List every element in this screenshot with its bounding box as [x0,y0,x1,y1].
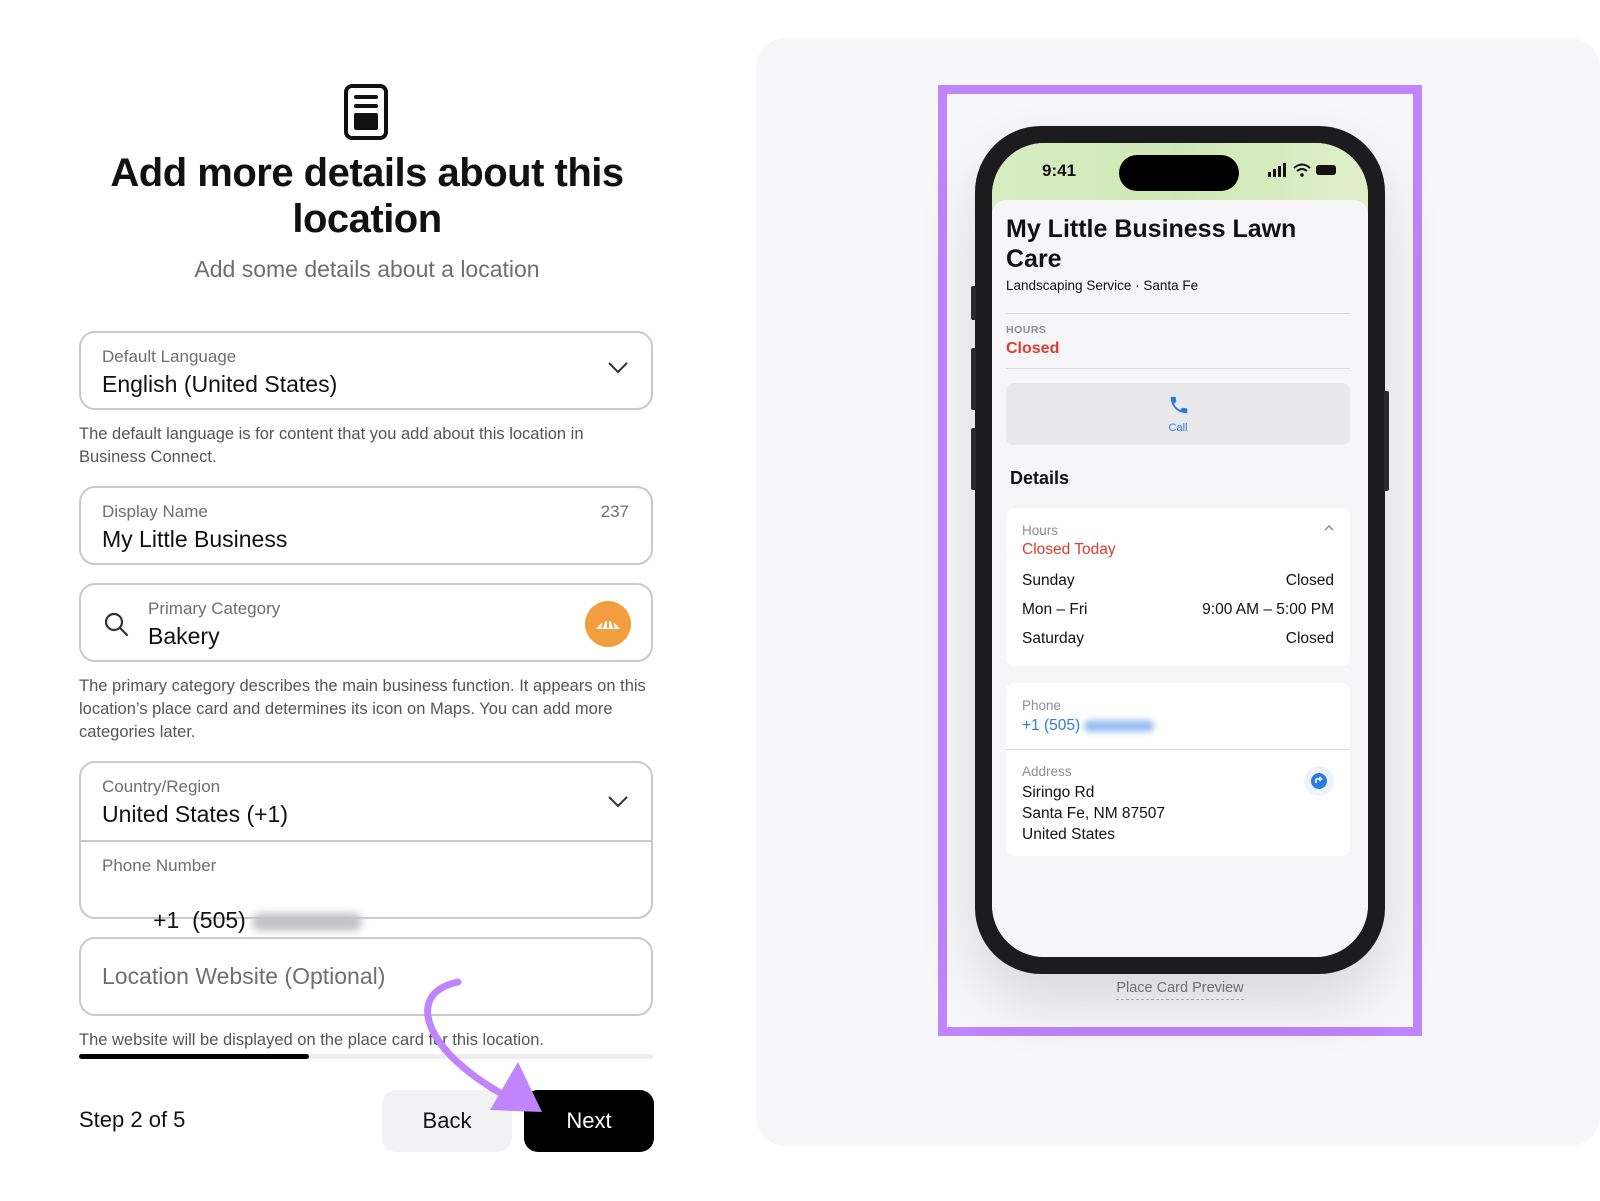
hours-card-status: Closed Today [1022,541,1116,558]
phone-number-label: Phone Number [102,856,217,875]
chevron-down-icon [608,796,628,808]
chevron-up-icon [1324,524,1334,531]
place-card: My Little Business Lawn Care Landscaping… [992,200,1368,957]
phone-label: Phone [1022,698,1062,713]
phone-number-value: +1 (505) [153,907,246,933]
display-name-field[interactable]: Display Name 237 My Little Business [79,486,653,565]
hours-card-label: Hours [1022,523,1059,538]
call-button[interactable]: Call [1006,383,1350,445]
call-label: Call [1168,422,1188,434]
character-counter: 237 [600,502,629,521]
page-subtitle: Add some details about a location [194,256,540,282]
primary-category-value: Bakery [148,623,220,649]
search-icon [104,612,129,637]
details-heading: Details [1010,468,1070,488]
hours-card[interactable]: Hours Closed Today Sunday Closed Mon – Fr… [1006,508,1350,666]
address-line: United States [1022,826,1116,843]
phone-icon [1170,396,1188,414]
bakery-category-icon [585,601,631,647]
default-language-value: English (United States) [102,371,338,397]
progress-bar [79,1054,653,1059]
redacted-phone-digits [251,912,362,931]
primary-category-label: Primary Category [148,599,281,618]
display-name-value: My Little Business [102,526,288,552]
address-line: Santa Fe, NM 87507 [1022,805,1166,822]
phone-mockup: 9:41 My Little Business Lawn Care Landsc… [971,126,1389,974]
directions-button[interactable] [1304,766,1334,796]
status-icons [1268,163,1336,177]
address-label: Address [1022,764,1072,779]
step-indicator: Step 2 of 5 [79,1107,186,1132]
dynamic-island [1119,155,1239,191]
phone-number-field[interactable]: Phone Number +1 (505) [81,842,651,933]
business-subtitle: Landscaping Service · Santa Fe [1006,278,1199,293]
status-time: 9:41 [1042,161,1077,180]
document-icon [344,84,388,140]
chevron-down-icon [608,362,628,374]
contact-card: Phone +1 (505) Address Siringo Rd Santa … [1006,683,1350,856]
business-name: My Little Business Lawn Care [1006,215,1297,273]
setup-form-panel: Add more details about this location Add… [0,0,740,1201]
primary-category-field[interactable]: Primary Category Bakery [79,583,653,662]
default-language-label: Default Language [102,347,237,366]
country-region-value: United States (+1) [102,801,289,827]
directions-icon [1311,773,1327,789]
progress-bar-fill [79,1054,309,1059]
back-button[interactable]: Back [382,1090,512,1152]
country-region-label: Country/Region [102,777,221,796]
language-help-text: The default language is for content that… [79,425,584,466]
phone-link[interactable]: +1 (505) [1022,717,1155,735]
default-language-select[interactable]: Default Language English (United States) [79,331,653,410]
hours-status: Closed [1006,340,1060,357]
place-card-preview-caption: Place Card Preview [938,980,1422,1000]
country-region-select[interactable]: Country/Region United States (+1) [81,763,651,841]
location-website-placeholder: Location Website (Optional) [102,963,386,989]
location-website-field[interactable]: Location Website (Optional) [79,937,653,1016]
phone-group: Country/Region United States (+1) Phone … [79,761,653,933]
website-help-text: The website will be displayed on the pla… [79,1031,545,1049]
next-button[interactable]: Next [524,1090,654,1152]
category-help-text: The primary category describes the main … [79,677,646,741]
hours-label: HOURS [1006,324,1047,336]
display-name-label: Display Name [102,502,208,521]
redacted-phone-digits [1084,719,1155,732]
page-title: Add more details about this location [110,151,624,241]
phone-value: +1 (505) [1022,717,1081,734]
phone-screen: 9:41 My Little Business Lawn Care Landsc… [992,143,1368,957]
address-line: Siringo Rd [1022,784,1095,801]
